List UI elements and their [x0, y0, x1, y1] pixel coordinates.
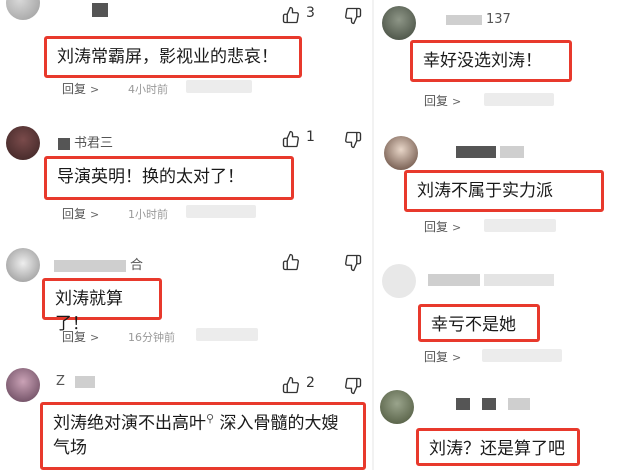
timestamp: 16分钟前: [128, 331, 175, 344]
comment-item: 合 刘涛就算了！ 回复 > 16分钟前: [0, 240, 372, 350]
blurred-region: [484, 219, 556, 232]
blurred-region: [196, 328, 258, 341]
reply-button[interactable]: 回复 >: [424, 348, 461, 365]
chevron-right-icon: >: [452, 221, 462, 234]
username[interactable]: [92, 2, 112, 17]
comment-text-highlighted: 幸亏不是她: [418, 304, 540, 342]
chevron-right-icon: >: [90, 83, 100, 96]
blurred-region: [186, 205, 256, 218]
username[interactable]: 137: [446, 12, 511, 27]
username[interactable]: 书君三: [58, 132, 113, 151]
username[interactable]: [428, 272, 558, 287]
user-avatar[interactable]: [384, 136, 418, 170]
comment-item: 137 幸好没选刘涛！ 回复 >: [372, 0, 640, 118]
reply-button[interactable]: 回复 >: [62, 205, 99, 222]
comment-item: 刘涛不属于实力派 回复 >: [372, 130, 640, 248]
blurred-region: [482, 349, 562, 362]
comment-item: Z 2 刘涛绝对演不出高叶⚲ 深入骨髓的大嫂 气场: [0, 362, 372, 470]
search-icon: ⚲: [206, 412, 215, 425]
comment-text-highlighted: 刘涛？还是算了吧: [416, 428, 580, 466]
comment-text-highlighted: 幸好没选刘涛！: [410, 40, 572, 82]
like-count: 3: [306, 5, 315, 21]
user-avatar[interactable]: [380, 390, 414, 424]
chevron-right-icon: >: [90, 331, 100, 344]
comment-text-line1-suffix: 深入骨髓的大嫂: [214, 413, 339, 434]
blurred-region: [484, 93, 554, 106]
thumbs-down-icon[interactable]: [344, 377, 362, 395]
timestamp: 1小时前: [128, 208, 168, 221]
right-comment-column: 137 幸好没选刘涛！ 回复 > 刘涛不属于实力派 回复 > 幸亏不是她 回复 > 刘…: [372, 0, 640, 470]
user-avatar[interactable]: [6, 126, 40, 160]
thumbs-up-icon[interactable]: [282, 130, 300, 148]
comment-text-highlighted: 导演英明！换的太对了！: [44, 156, 294, 200]
like-count: 2: [306, 375, 315, 391]
blurred-region: [186, 80, 252, 93]
comment-text-highlighted: 刘涛就算了！: [42, 278, 162, 334]
username[interactable]: Z: [56, 374, 99, 389]
comment-text-highlighted: 刘涛常霸屏，影视业的悲哀！: [44, 36, 302, 78]
reply-button[interactable]: 回复 >: [424, 218, 461, 235]
timestamp: 4小时前: [128, 83, 168, 96]
username[interactable]: 合: [54, 254, 143, 273]
thumbs-up-icon[interactable]: [282, 376, 300, 394]
comment-text-highlighted: 刘涛绝对演不出高叶⚲ 深入骨髓的大嫂 气场: [40, 402, 366, 470]
thumbs-up-icon[interactable]: [282, 253, 300, 271]
comment-text-highlighted: 刘涛不属于实力派: [404, 170, 604, 212]
reply-button[interactable]: 回复 >: [62, 328, 99, 345]
user-avatar[interactable]: [382, 264, 416, 298]
left-comment-column: 3 刘涛常霸屏，影视业的悲哀！ 回复 > 4小时前 书君三 1 导演英明！换的太对…: [0, 0, 372, 470]
user-avatar[interactable]: [382, 6, 416, 40]
reply-button[interactable]: 回复 >: [62, 80, 99, 97]
reply-button[interactable]: 回复 >: [424, 92, 461, 109]
username[interactable]: [456, 396, 534, 411]
thumbs-up-icon[interactable]: [282, 6, 300, 24]
thumbs-down-icon[interactable]: [344, 254, 362, 272]
chevron-right-icon: >: [452, 351, 462, 364]
chevron-right-icon: >: [452, 95, 462, 108]
comment-item: 3 刘涛常霸屏，影视业的悲哀！ 回复 > 4小时前: [0, 0, 372, 110]
thumbs-down-icon[interactable]: [344, 7, 362, 25]
user-avatar[interactable]: [6, 368, 40, 402]
username[interactable]: [456, 144, 528, 159]
thumbs-down-icon[interactable]: [344, 131, 362, 149]
comment-text-line1: 刘涛绝对演不出高叶: [53, 413, 206, 434]
chevron-right-icon: >: [90, 208, 100, 221]
comment-item: 幸亏不是她 回复 >: [372, 258, 640, 374]
comment-text-line2: 气场: [53, 438, 87, 459]
user-avatar[interactable]: [6, 248, 40, 282]
comment-item: 刘涛？还是算了吧: [372, 382, 640, 470]
comment-item: 书君三 1 导演英明！换的太对了！ 回复 > 1小时前: [0, 120, 372, 230]
user-avatar[interactable]: [6, 0, 40, 20]
like-count: 1: [306, 129, 315, 145]
